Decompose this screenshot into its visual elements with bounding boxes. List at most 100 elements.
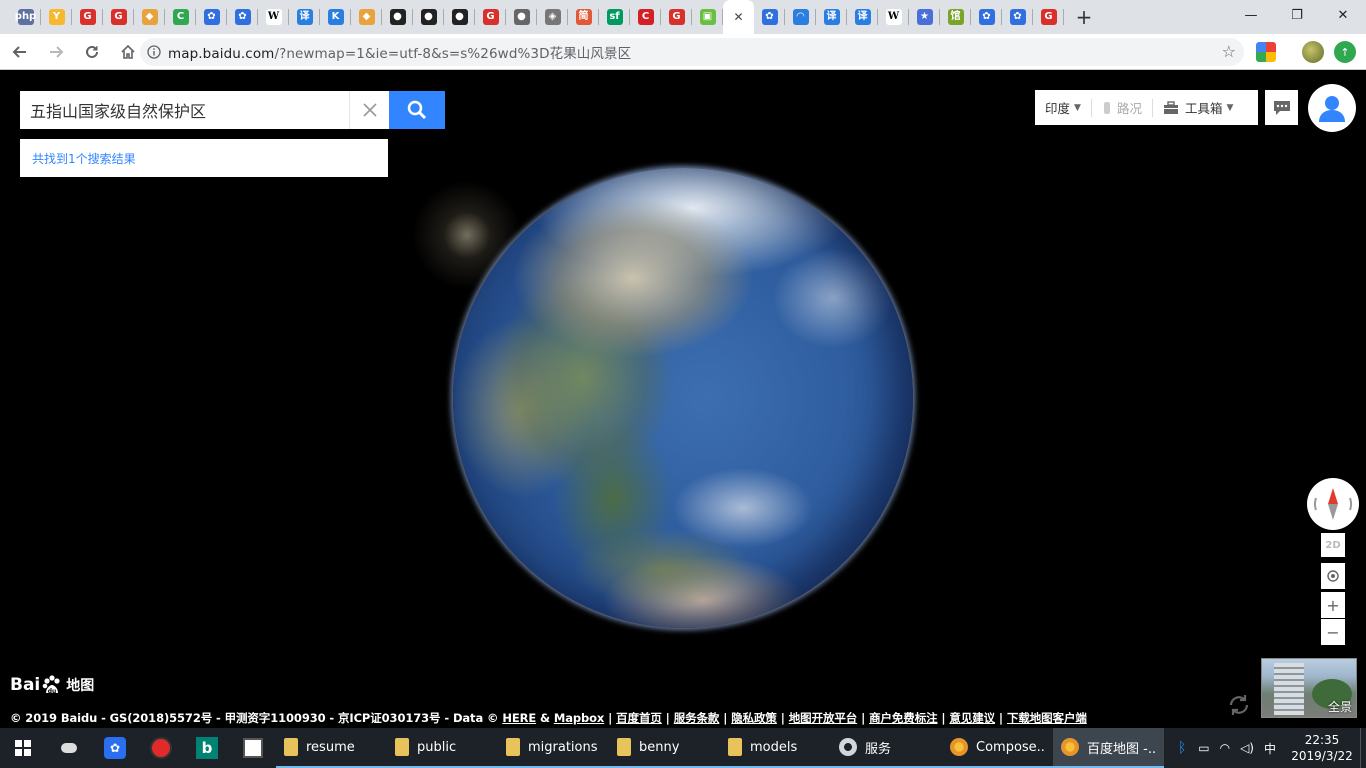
tab[interactable]: ★ xyxy=(909,0,940,34)
start-button[interactable] xyxy=(0,728,46,768)
tab[interactable]: ● xyxy=(413,0,444,34)
earth-globe[interactable] xyxy=(453,168,913,628)
tab-active[interactable]: ✕ xyxy=(723,0,754,34)
tab[interactable]: 译 xyxy=(847,0,878,34)
taskbar-app[interactable]: 服务 xyxy=(831,728,942,768)
taskbar-app-label: Compose... xyxy=(976,739,1045,755)
close-window-button[interactable]: ✕ xyxy=(1320,0,1366,30)
update-icon[interactable]: ↑ xyxy=(1334,41,1356,63)
battery-icon[interactable]: ▭ xyxy=(1198,741,1209,755)
sf-icon: sf xyxy=(606,9,623,25)
new-tab-button[interactable]: + xyxy=(1070,0,1098,34)
tab[interactable]: ✿ xyxy=(754,0,785,34)
pinned-bing[interactable]: b xyxy=(184,728,230,768)
reload-button[interactable] xyxy=(76,36,108,68)
search-results-summary[interactable]: 共找到1个搜索结果 xyxy=(20,139,388,177)
tab[interactable]: ◈ xyxy=(537,0,568,34)
taskbar-app[interactable]: benny xyxy=(609,728,720,768)
traffic-button[interactable]: 路况 xyxy=(1092,90,1152,125)
pinned-app[interactable] xyxy=(230,728,276,768)
zoom-out-button[interactable]: − xyxy=(1321,619,1345,645)
user-avatar-button[interactable] xyxy=(1308,84,1356,132)
zoom-in-button[interactable]: + xyxy=(1321,592,1345,618)
search-button[interactable] xyxy=(389,91,445,129)
restore-button[interactable]: ❐ xyxy=(1274,0,1320,30)
clear-search-button[interactable] xyxy=(349,91,389,129)
tab[interactable]: Y xyxy=(41,0,72,34)
here-link[interactable]: HERE xyxy=(502,711,536,725)
tab[interactable]: sf xyxy=(599,0,630,34)
extension-colorful-icon[interactable] xyxy=(1256,42,1276,62)
city-selector[interactable]: 印度 ▼ xyxy=(1035,90,1091,125)
footer-link[interactable]: 服务条款 xyxy=(674,711,720,725)
tab[interactable]: ● xyxy=(444,0,475,34)
tab[interactable]: ◠ xyxy=(785,0,816,34)
tab[interactable]: ◆ xyxy=(134,0,165,34)
footer-link[interactable]: 地图开放平台 xyxy=(789,711,858,725)
taskbar-app-label: resume xyxy=(306,739,355,755)
bluetooth-icon[interactable]: ᛒ xyxy=(1178,740,1186,756)
tab[interactable]: ● xyxy=(382,0,413,34)
locate-button[interactable] xyxy=(1321,563,1345,589)
tab[interactable]: ✿ xyxy=(1002,0,1033,34)
tab[interactable]: W xyxy=(878,0,909,34)
taskbar-app[interactable]: Compose... xyxy=(942,728,1053,768)
taskbar-app[interactable]: resume xyxy=(276,728,387,768)
footer-link[interactable]: 意见建议 xyxy=(949,711,995,725)
tab[interactable]: W xyxy=(258,0,289,34)
pinned-gamepad[interactable] xyxy=(46,728,92,768)
tab[interactable]: ✿ xyxy=(971,0,1002,34)
tab[interactable]: ✿ xyxy=(227,0,258,34)
compass-control[interactable] xyxy=(1307,478,1359,530)
toggle-2d-button[interactable]: 2D xyxy=(1321,533,1345,557)
tab[interactable]: K xyxy=(320,0,351,34)
tab[interactable]: C xyxy=(630,0,661,34)
profile-avatar-icon[interactable] xyxy=(1302,41,1324,63)
pinned-baidu[interactable]: ✿ xyxy=(92,728,138,768)
ime-indicator[interactable]: 中 xyxy=(1264,740,1276,757)
tab[interactable]: G xyxy=(661,0,692,34)
show-desktop-button[interactable] xyxy=(1360,728,1366,768)
address-bar[interactable]: map.baidu.com/?newmap=1&ie=utf-8&s=s%26w… xyxy=(140,38,1244,66)
tab[interactable]: ✿ xyxy=(196,0,227,34)
tab[interactable]: ● xyxy=(506,0,537,34)
footer-link[interactable]: 隐私政策 xyxy=(731,711,777,725)
toolbox-button[interactable]: 工具箱 ▼ xyxy=(1153,90,1243,125)
close-icon[interactable]: ✕ xyxy=(731,9,747,25)
tab[interactable]: C xyxy=(165,0,196,34)
footer-link[interactable]: 商户免费标注 xyxy=(869,711,938,725)
taskbar-app[interactable]: models xyxy=(720,728,831,768)
taskbar-app[interactable]: public xyxy=(387,728,498,768)
map-canvas[interactable]: 五指山国家级自然保护区 共找到1个搜索结果 印度▼ 路况 工具箱▼ 2D + xyxy=(0,70,1366,728)
back-button[interactable] xyxy=(4,36,36,68)
tab[interactable]: G xyxy=(72,0,103,34)
volume-icon[interactable]: ◁) xyxy=(1240,741,1254,755)
tab[interactable]: 馆 xyxy=(940,0,971,34)
pinned-player[interactable] xyxy=(138,728,184,768)
tab[interactable]: G xyxy=(475,0,506,34)
mapbox-link[interactable]: Mapbox xyxy=(554,711,604,725)
footer-link[interactable]: 下载地图客户端 xyxy=(1007,711,1087,725)
system-clock[interactable]: 22:35 2019/3/22 xyxy=(1284,732,1360,764)
site-info-icon[interactable] xyxy=(140,38,168,66)
search-input[interactable]: 五指山国家级自然保护区 xyxy=(20,91,350,129)
message-button[interactable] xyxy=(1265,90,1298,125)
taskbar-app[interactable]: 百度地图 -... xyxy=(1053,728,1164,768)
wifi-icon[interactable]: ◠ xyxy=(1220,741,1230,755)
c-green-icon: C xyxy=(172,9,189,25)
tab[interactable]: 译 xyxy=(816,0,847,34)
tab[interactable]: G xyxy=(1033,0,1064,34)
rotate-reset-button[interactable] xyxy=(1226,692,1252,718)
minimize-button[interactable]: — xyxy=(1228,0,1274,30)
forward-button[interactable] xyxy=(40,36,72,68)
tab[interactable]: ◆ xyxy=(351,0,382,34)
tab[interactable]: ▣ xyxy=(692,0,723,34)
tab[interactable]: php xyxy=(10,0,41,34)
panorama-thumbnail[interactable]: 全景 xyxy=(1261,658,1357,718)
tab[interactable]: 简 xyxy=(568,0,599,34)
footer-link[interactable]: 百度首页 xyxy=(616,711,662,725)
bookmark-star-icon[interactable]: ☆ xyxy=(1222,42,1236,61)
taskbar-app[interactable]: migrations xyxy=(498,728,609,768)
tab[interactable]: G xyxy=(103,0,134,34)
tab[interactable]: 译 xyxy=(289,0,320,34)
